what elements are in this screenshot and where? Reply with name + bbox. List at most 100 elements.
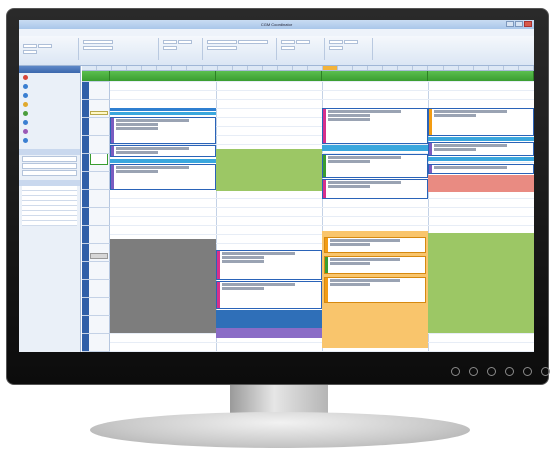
ribbon-button[interactable] xyxy=(344,40,358,44)
date-cell[interactable] xyxy=(519,66,534,70)
appointment-card[interactable] xyxy=(90,111,108,115)
date-cell[interactable] xyxy=(127,66,143,70)
ribbon-button[interactable] xyxy=(207,46,237,50)
sidebar-item[interactable] xyxy=(19,73,80,82)
appointment-card[interactable] xyxy=(324,256,426,274)
day-header[interactable] xyxy=(216,71,322,81)
window-titlebar: CGM Coordinator xyxy=(19,20,534,29)
filter-field[interactable] xyxy=(22,170,77,176)
date-cell[interactable] xyxy=(353,66,369,70)
minimize-icon[interactable] xyxy=(506,21,514,27)
ribbon-button[interactable] xyxy=(281,40,295,44)
filter-field[interactable] xyxy=(22,163,77,169)
date-cell[interactable] xyxy=(398,66,414,70)
ribbon-button[interactable] xyxy=(329,40,343,44)
date-cell[interactable] xyxy=(157,66,173,70)
ribbon-button[interactable] xyxy=(23,50,37,54)
date-cell[interactable] xyxy=(459,66,474,70)
date-cell[interactable] xyxy=(308,66,323,70)
date-cell[interactable] xyxy=(97,66,113,70)
date-cell[interactable] xyxy=(203,66,218,70)
date-cell[interactable] xyxy=(338,66,354,70)
close-icon[interactable] xyxy=(524,21,532,27)
appointment-card[interactable] xyxy=(322,108,428,144)
date-cell[interactable] xyxy=(428,66,444,70)
day-header[interactable] xyxy=(322,71,428,81)
appointment-card[interactable] xyxy=(90,253,108,259)
date-cell[interactable] xyxy=(187,66,203,70)
appointment-card[interactable] xyxy=(216,250,322,280)
date-cell[interactable] xyxy=(323,66,339,70)
appointment-card[interactable] xyxy=(324,237,426,253)
sidebar-item[interactable] xyxy=(19,127,80,136)
ribbon-button[interactable] xyxy=(329,46,343,50)
ribbon-button[interactable] xyxy=(163,40,177,44)
appointment-card[interactable] xyxy=(428,142,534,156)
view-select[interactable] xyxy=(83,46,113,50)
date-cell[interactable] xyxy=(413,66,429,70)
date-cell[interactable] xyxy=(504,66,519,70)
ribbon-button[interactable] xyxy=(296,40,310,44)
sidebar-item[interactable] xyxy=(19,82,80,91)
appointment-card[interactable] xyxy=(110,164,216,190)
ribbon-button[interactable] xyxy=(23,44,37,48)
blocked-time[interactable] xyxy=(216,328,322,338)
event-bar[interactable] xyxy=(322,145,428,151)
event-bar[interactable] xyxy=(110,108,216,111)
date-cell[interactable] xyxy=(218,66,233,70)
date-cell[interactable] xyxy=(489,66,504,70)
date-cell[interactable] xyxy=(112,66,128,70)
date-cell[interactable] xyxy=(293,66,308,70)
date-cell[interactable] xyxy=(172,66,188,70)
ribbon-button[interactable] xyxy=(207,40,237,44)
event-bar[interactable] xyxy=(110,159,216,163)
date-cell[interactable] xyxy=(248,66,263,70)
list-item[interactable] xyxy=(22,221,77,226)
date-cell[interactable] xyxy=(368,66,384,70)
date-field[interactable] xyxy=(83,40,113,44)
time-tick xyxy=(82,351,110,352)
date-cell[interactable] xyxy=(142,66,158,70)
app-body xyxy=(19,66,534,352)
date-cell[interactable] xyxy=(82,66,98,70)
sidebar-item[interactable] xyxy=(19,100,80,109)
date-cell[interactable] xyxy=(474,66,489,70)
event-bar[interactable] xyxy=(428,157,534,161)
ribbon-button[interactable] xyxy=(163,46,177,50)
sidebar-item[interactable] xyxy=(19,91,80,100)
folder-icon xyxy=(23,138,28,143)
appointment-card[interactable] xyxy=(110,117,216,144)
sidebar-item[interactable] xyxy=(19,109,80,118)
ribbon-button[interactable] xyxy=(38,44,52,48)
appointment-card[interactable] xyxy=(216,281,322,309)
blocked-time[interactable] xyxy=(428,175,534,192)
blocked-time[interactable] xyxy=(216,310,322,328)
appointment-card[interactable] xyxy=(90,153,108,165)
appointment-card[interactable] xyxy=(322,179,428,199)
sidebar-item[interactable] xyxy=(19,136,80,145)
time-tick xyxy=(82,261,110,262)
sidebar-item[interactable] xyxy=(19,118,80,127)
blocked-time[interactable] xyxy=(428,233,534,333)
day-header[interactable] xyxy=(110,71,216,81)
date-cell[interactable] xyxy=(263,66,278,70)
event-bar[interactable] xyxy=(110,112,216,115)
ribbon-button[interactable] xyxy=(178,40,192,44)
appointment-card[interactable] xyxy=(110,145,216,157)
blocked-time[interactable] xyxy=(110,239,216,333)
filter-field[interactable] xyxy=(22,156,77,162)
ribbon-button[interactable] xyxy=(238,40,268,44)
date-cell[interactable] xyxy=(278,66,293,70)
blocked-time[interactable] xyxy=(216,149,322,191)
date-cell[interactable] xyxy=(444,66,459,70)
event-bar[interactable] xyxy=(428,137,534,141)
appointment-card[interactable] xyxy=(428,108,534,136)
date-cell[interactable] xyxy=(383,66,399,70)
appointment-card[interactable] xyxy=(322,154,428,178)
maximize-icon[interactable] xyxy=(515,21,523,27)
appointment-card[interactable] xyxy=(428,164,534,174)
appointment-card[interactable] xyxy=(324,277,426,303)
date-cell[interactable] xyxy=(233,66,248,70)
day-header[interactable] xyxy=(428,71,534,81)
ribbon-button[interactable] xyxy=(281,46,295,50)
